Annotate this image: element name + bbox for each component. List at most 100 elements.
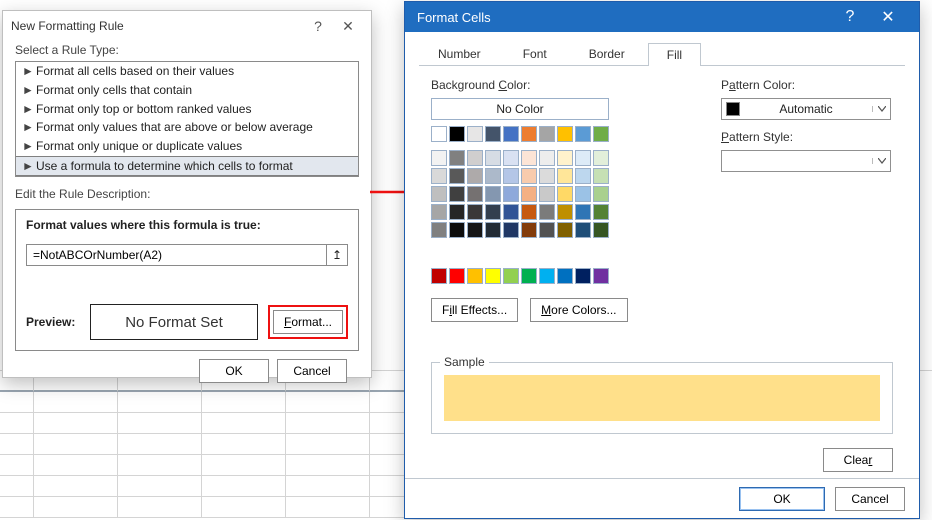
fill-effects-button[interactable]: Fill Effects...: [431, 298, 518, 322]
color-swatch[interactable]: [557, 222, 573, 238]
rule-type-item-selected[interactable]: ►Use a formula to determine which cells …: [16, 156, 358, 176]
color-swatch[interactable]: [467, 150, 483, 166]
color-swatch[interactable]: [521, 186, 537, 202]
pattern-color-combo[interactable]: Automatic: [721, 98, 891, 120]
color-swatch[interactable]: [467, 222, 483, 238]
color-swatch[interactable]: [539, 204, 555, 220]
color-swatch[interactable]: [485, 204, 501, 220]
color-swatch[interactable]: [593, 222, 609, 238]
color-swatch[interactable]: [431, 168, 447, 184]
color-swatch[interactable]: [539, 168, 555, 184]
rule-type-item[interactable]: ►Format only unique or duplicate values: [16, 137, 358, 156]
tab-font[interactable]: Font: [504, 42, 566, 65]
color-swatch[interactable]: [503, 126, 519, 142]
color-swatch[interactable]: [539, 126, 555, 142]
rule-type-item[interactable]: ►Format only top or bottom ranked values: [16, 100, 358, 119]
color-swatch[interactable]: [431, 186, 447, 202]
format-cells-dialog: Format Cells ? ✕ Number Font Border Fill…: [404, 1, 920, 519]
color-swatch[interactable]: [449, 150, 465, 166]
color-swatch[interactable]: [521, 168, 537, 184]
color-swatch[interactable]: [467, 268, 483, 284]
close-icon[interactable]: ✕: [869, 7, 907, 27]
color-swatch[interactable]: [503, 204, 519, 220]
color-swatch[interactable]: [503, 168, 519, 184]
rule-type-list[interactable]: ►Format all cells based on their values …: [15, 61, 359, 177]
color-swatch[interactable]: [575, 186, 591, 202]
color-swatch[interactable]: [575, 126, 591, 142]
color-swatch[interactable]: [503, 150, 519, 166]
color-swatch[interactable]: [503, 268, 519, 284]
close-icon[interactable]: ✕: [333, 18, 363, 35]
color-swatch[interactable]: [467, 168, 483, 184]
color-swatch[interactable]: [467, 204, 483, 220]
color-swatch[interactable]: [485, 168, 501, 184]
tab-fill[interactable]: Fill: [648, 43, 701, 66]
color-swatch[interactable]: [575, 222, 591, 238]
no-color-button[interactable]: No Color: [431, 98, 609, 120]
color-swatch[interactable]: [557, 126, 573, 142]
color-swatch[interactable]: [431, 268, 447, 284]
clear-button[interactable]: Clear: [823, 448, 893, 472]
color-swatch[interactable]: [521, 126, 537, 142]
collapse-dialog-icon[interactable]: ↥: [326, 244, 348, 266]
ok-button[interactable]: OK: [739, 487, 825, 511]
dialog-title: Format Cells: [417, 10, 831, 25]
color-swatch[interactable]: [593, 126, 609, 142]
rule-type-item[interactable]: ►Format only values that are above or be…: [16, 118, 358, 137]
color-swatch[interactable]: [449, 204, 465, 220]
color-swatch[interactable]: [431, 150, 447, 166]
color-swatch[interactable]: [521, 204, 537, 220]
color-swatch[interactable]: [593, 150, 609, 166]
help-icon[interactable]: ?: [303, 18, 333, 34]
cancel-button[interactable]: Cancel: [835, 487, 905, 511]
pattern-style-combo[interactable]: [721, 150, 891, 172]
color-swatch[interactable]: [539, 268, 555, 284]
color-swatch[interactable]: [557, 186, 573, 202]
color-swatch[interactable]: [539, 222, 555, 238]
formula-input[interactable]: [26, 244, 327, 266]
color-swatch[interactable]: [521, 150, 537, 166]
color-swatch[interactable]: [593, 204, 609, 220]
color-swatch[interactable]: [575, 204, 591, 220]
color-swatch[interactable]: [593, 168, 609, 184]
color-swatch[interactable]: [485, 268, 501, 284]
color-swatch[interactable]: [593, 268, 609, 284]
ok-button[interactable]: OK: [199, 359, 269, 383]
color-swatch[interactable]: [539, 186, 555, 202]
color-swatch[interactable]: [575, 168, 591, 184]
color-swatch[interactable]: [431, 204, 447, 220]
tab-number[interactable]: Number: [419, 42, 500, 65]
color-swatch[interactable]: [485, 222, 501, 238]
format-button[interactable]: Format...: [273, 310, 343, 334]
color-swatch[interactable]: [467, 186, 483, 202]
color-swatch[interactable]: [467, 126, 483, 142]
color-swatch[interactable]: [575, 268, 591, 284]
color-swatch[interactable]: [449, 168, 465, 184]
color-swatch[interactable]: [557, 150, 573, 166]
color-swatch[interactable]: [539, 150, 555, 166]
color-swatch[interactable]: [449, 268, 465, 284]
color-swatch[interactable]: [449, 186, 465, 202]
color-swatch[interactable]: [503, 222, 519, 238]
color-swatch[interactable]: [485, 150, 501, 166]
color-swatch[interactable]: [485, 186, 501, 202]
cancel-button[interactable]: Cancel: [277, 359, 347, 383]
more-colors-button[interactable]: More Colors...: [530, 298, 627, 322]
color-swatch[interactable]: [521, 222, 537, 238]
color-swatch[interactable]: [485, 126, 501, 142]
color-swatch[interactable]: [449, 126, 465, 142]
rule-type-item[interactable]: ►Format only cells that contain: [16, 81, 358, 100]
rule-type-item[interactable]: ►Format all cells based on their values: [16, 62, 358, 81]
color-swatch[interactable]: [521, 268, 537, 284]
color-swatch[interactable]: [557, 204, 573, 220]
color-swatch[interactable]: [503, 186, 519, 202]
color-swatch[interactable]: [449, 222, 465, 238]
tab-border[interactable]: Border: [570, 42, 644, 65]
color-swatch[interactable]: [431, 126, 447, 142]
color-swatch[interactable]: [593, 186, 609, 202]
color-swatch[interactable]: [431, 222, 447, 238]
color-swatch[interactable]: [557, 268, 573, 284]
color-swatch[interactable]: [575, 150, 591, 166]
help-icon[interactable]: ?: [831, 8, 869, 26]
color-swatch[interactable]: [557, 168, 573, 184]
